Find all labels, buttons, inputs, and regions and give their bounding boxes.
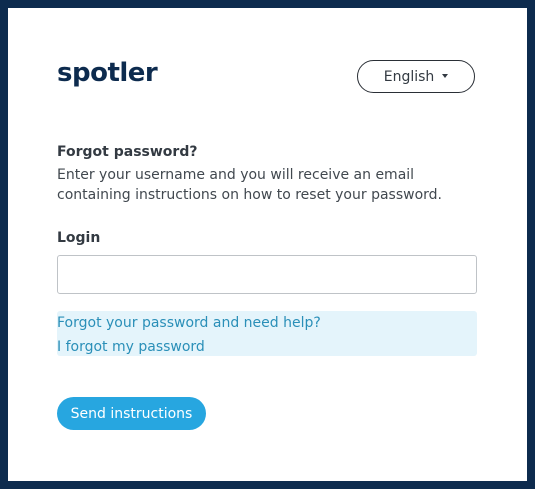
page-title: Forgot password? [57,144,198,160]
login-input[interactable] [57,255,477,294]
reset-password-card: spotler English Forgot password? Enter y… [8,8,527,481]
need-help-link[interactable]: Forgot your password and need help? [57,313,321,333]
forgot-password-link[interactable]: I forgot my password [57,337,205,357]
caret-down-icon [442,73,449,78]
language-selector[interactable]: English [357,60,475,93]
spotler-logo: spotler [57,58,158,88]
language-label: English [383,68,435,85]
help-links-box: Forgot your password and need help? I fo… [57,311,477,356]
instructions-text: Enter your username and you will receive… [57,167,442,203]
send-instructions-button[interactable]: Send instructions [57,397,206,430]
login-label: Login [57,230,101,246]
